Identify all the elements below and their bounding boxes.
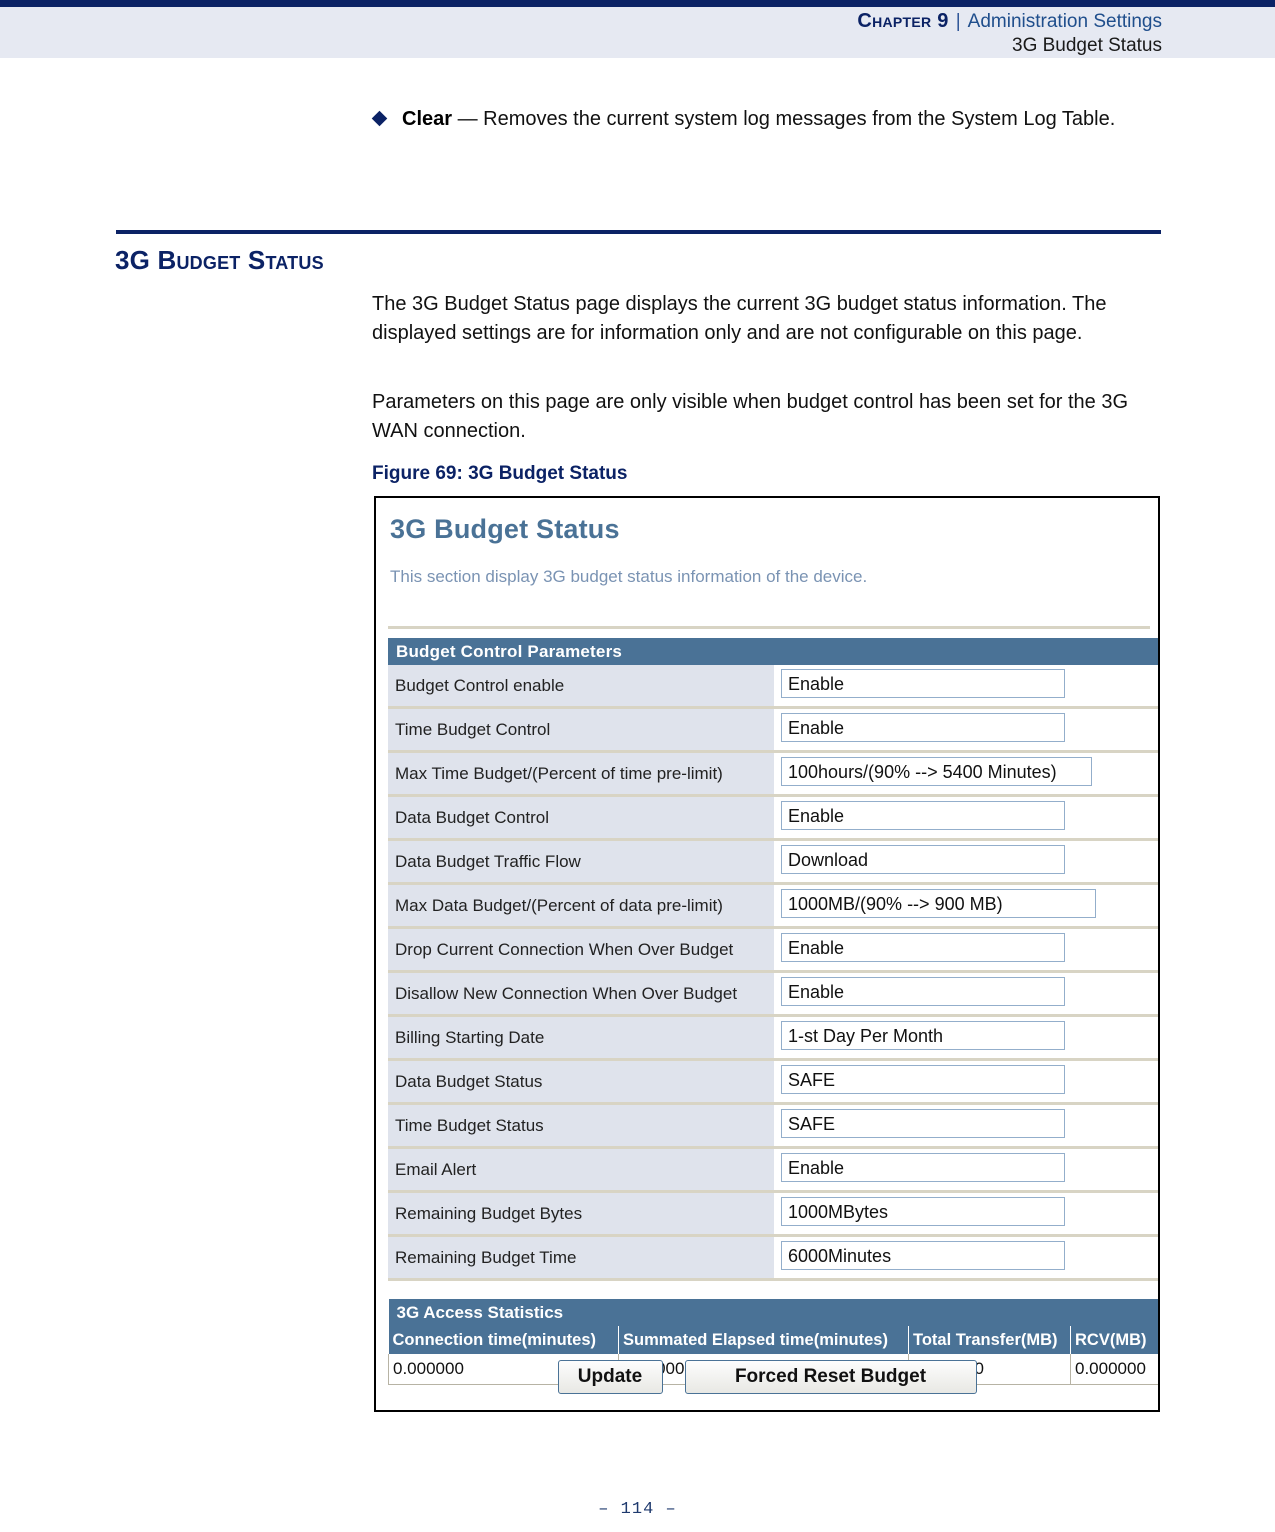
value-field-remaining-budget-bytes[interactable]: 1000MBytes	[781, 1196, 1065, 1226]
table-row: Data Budget Status SAFE	[388, 1059, 1158, 1105]
header-chapter-label: Chapter 9	[857, 10, 949, 32]
value-field-max-time-budget[interactable]: 100hours/(90% --> 5400 Minutes)	[781, 756, 1092, 786]
bullet-term: Clear	[402, 108, 453, 130]
row-label-data-budget-traffic-flow: Data Budget Traffic Flow	[388, 839, 774, 885]
table-row: Data Budget Traffic Flow Download	[388, 839, 1158, 885]
row-value-cell: SAFE	[774, 1059, 1158, 1105]
value-field-data-budget-control[interactable]: Enable	[781, 800, 1065, 830]
page-footer: – 114 –	[598, 1500, 677, 1519]
value-field-billing-starting-date[interactable]: 1-st Day Per Month	[781, 1020, 1065, 1050]
table-row: Time Budget Control Enable	[388, 707, 1158, 753]
value-field-budget-control-enable[interactable]: Enable	[781, 668, 1065, 698]
row-label-disallow-new-connection: Disallow New Connection When Over Budget	[388, 971, 774, 1017]
value-field-time-budget-status[interactable]: SAFE	[781, 1108, 1065, 1138]
row-label-time-budget-status: Time Budget Status	[388, 1103, 774, 1149]
row-value-cell: Download	[774, 839, 1158, 885]
header-subsection-label: 3G Budget Status	[1012, 35, 1162, 56]
budget-parameters-section-title: Budget Control Parameters	[388, 638, 1158, 665]
diamond-bullet-icon	[371, 110, 388, 127]
row-value-cell: Enable	[774, 1147, 1158, 1193]
table-row: Max Time Budget/(Percent of time pre-lim…	[388, 751, 1158, 797]
value-field-time-budget-control[interactable]: Enable	[781, 712, 1065, 742]
table-row: Max Data Budget/(Percent of data pre-lim…	[388, 883, 1158, 929]
value-field-data-budget-traffic-flow[interactable]: Download	[781, 844, 1065, 874]
statistics-column-headers: Connection time(minutes) Summated Elapse…	[388, 1326, 1158, 1354]
figure-screenshot: 3G Budget Status This section display 3G…	[374, 496, 1160, 1412]
body-paragraph-2: Parameters on this page are only visible…	[372, 391, 1129, 442]
table-row: Email Alert Enable	[388, 1147, 1158, 1193]
value-field-drop-current-connection[interactable]: Enable	[781, 932, 1065, 962]
row-value-cell: Enable	[774, 971, 1158, 1017]
budget-parameters-section-header: Budget Control Parameters	[388, 638, 1158, 665]
row-label-remaining-budget-time: Remaining Budget Time	[388, 1235, 774, 1281]
bullet-description: — Removes the current system log message…	[452, 108, 1116, 130]
section-divider-rule	[116, 230, 1161, 234]
ui-page-subtitle: This section display 3G budget status in…	[390, 567, 868, 586]
row-value-cell: 1000MBytes	[774, 1191, 1158, 1237]
value-field-data-budget-status[interactable]: SAFE	[781, 1064, 1065, 1094]
table-row: Remaining Budget Time 6000Minutes	[388, 1235, 1158, 1281]
row-label-billing-starting-date: Billing Starting Date	[388, 1015, 774, 1061]
value-field-email-alert[interactable]: Enable	[781, 1152, 1065, 1182]
row-value-cell: Enable	[774, 665, 1158, 709]
table-row: Disallow New Connection When Over Budget…	[388, 971, 1158, 1017]
table-row: Drop Current Connection When Over Budget…	[388, 927, 1158, 973]
statistics-section-header: 3G Access Statistics	[388, 1299, 1158, 1326]
row-value-cell: 1000MB/(90% --> 900 MB)	[774, 883, 1158, 929]
budget-control-parameters-table: Budget Control Parameters Budget Control…	[388, 638, 1158, 1281]
row-value-cell: 1-st Day Per Month	[774, 1015, 1158, 1061]
page-header-breadcrumb: Chapter 9 | Administration Settings	[857, 8, 1162, 35]
ui-page-title: 3G Budget Status	[390, 514, 620, 544]
row-label-data-budget-control: Data Budget Control	[388, 795, 774, 841]
value-field-max-data-budget[interactable]: 1000MB/(90% --> 900 MB)	[781, 888, 1096, 918]
body-paragraph-1: The 3G Budget Status page displays the c…	[372, 293, 1107, 344]
column-header-connection-time: Connection time(minutes)	[388, 1326, 619, 1354]
row-value-cell: 6000Minutes	[774, 1235, 1158, 1281]
header-section-label: Administration Settings	[967, 11, 1162, 32]
column-header-total-transfer: Total Transfer(MB)	[908, 1326, 1071, 1354]
forced-reset-budget-button[interactable]: Forced Reset Budget	[684, 1360, 977, 1394]
header-separator: |	[955, 11, 961, 32]
figure-caption: Figure 69: 3G Budget Status	[372, 463, 628, 484]
row-label-max-time-budget: Max Time Budget/(Percent of time pre-lim…	[388, 751, 774, 797]
value-field-disallow-new-connection[interactable]: Enable	[781, 976, 1065, 1006]
row-value-cell: 100hours/(90% --> 5400 Minutes)	[774, 751, 1158, 797]
page-title: 3G Budget Status	[115, 245, 324, 275]
row-label-max-data-budget: Max Data Budget/(Percent of data pre-lim…	[388, 883, 774, 929]
table-row: Time Budget Status SAFE	[388, 1103, 1158, 1149]
row-label-email-alert: Email Alert	[388, 1147, 774, 1193]
row-value-cell: Enable	[774, 707, 1158, 753]
table-row: Billing Starting Date 1-st Day Per Month	[388, 1015, 1158, 1061]
row-label-time-budget-control: Time Budget Control	[388, 707, 774, 753]
figure-button-row: Update Forced Reset Budget	[376, 1360, 1158, 1394]
row-value-cell: Enable	[774, 927, 1158, 973]
page-top-rule	[0, 0, 1275, 7]
row-value-cell: Enable	[774, 795, 1158, 841]
statistics-section-title: 3G Access Statistics	[388, 1299, 1158, 1326]
update-button[interactable]: Update	[557, 1360, 663, 1394]
row-label-drop-current-connection: Drop Current Connection When Over Budget	[388, 927, 774, 973]
table-row: Data Budget Control Enable	[388, 795, 1158, 841]
column-header-rcv: RCV(MB)	[1070, 1326, 1158, 1354]
row-label-remaining-budget-bytes: Remaining Budget Bytes	[388, 1191, 774, 1237]
table-row: Budget Control enable Enable	[388, 665, 1158, 709]
table-row: Remaining Budget Bytes 1000MBytes	[388, 1191, 1158, 1237]
ui-title-divider	[388, 626, 1150, 629]
value-field-remaining-budget-time[interactable]: 6000Minutes	[781, 1240, 1065, 1270]
row-label-data-budget-status: Data Budget Status	[388, 1059, 774, 1105]
row-value-cell: SAFE	[774, 1103, 1158, 1149]
column-header-summated-elapsed-time: Summated Elapsed time(minutes)	[618, 1326, 909, 1354]
row-label-budget-control-enable: Budget Control enable	[388, 665, 774, 709]
bullet-list: Clear — Removes the current system log m…	[371, 104, 1162, 134]
list-item: Clear — Removes the current system log m…	[371, 104, 1162, 134]
